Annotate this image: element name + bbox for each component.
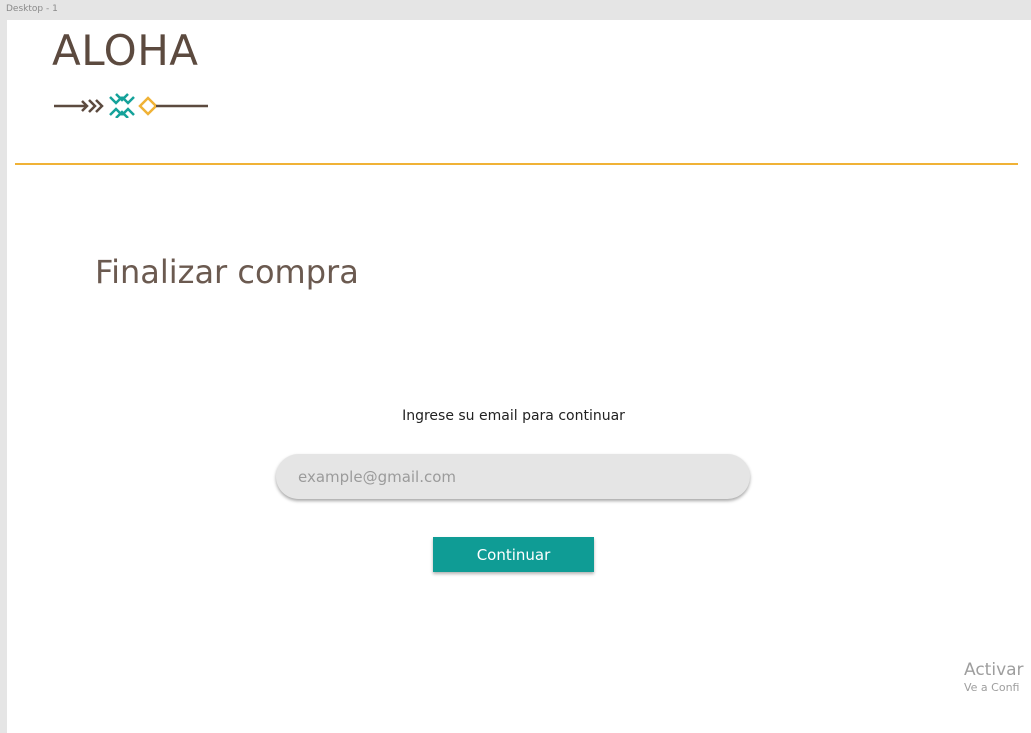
email-input[interactable] xyxy=(276,454,750,499)
email-prompt: Ingrese su email para continuar xyxy=(402,408,625,424)
windows-activation-watermark: Activar Ve a Confi xyxy=(964,660,1024,696)
artboard: ALOHA Finalizar compra Ingrese su email … xyxy=(7,20,1031,733)
watermark-subtitle: Ve a Confi xyxy=(964,681,1020,694)
logo-text: ALOHA xyxy=(52,26,199,75)
watermark-title: Activar xyxy=(964,660,1024,680)
page-title: Finalizar compra xyxy=(95,253,359,291)
artboard-label: Desktop - 1 xyxy=(6,4,58,14)
header-divider xyxy=(15,163,1018,165)
continue-button[interactable]: Continuar xyxy=(433,537,594,572)
brand-logo[interactable]: ALOHA xyxy=(52,30,212,120)
arrow-diamond-pattern-icon xyxy=(54,93,208,118)
